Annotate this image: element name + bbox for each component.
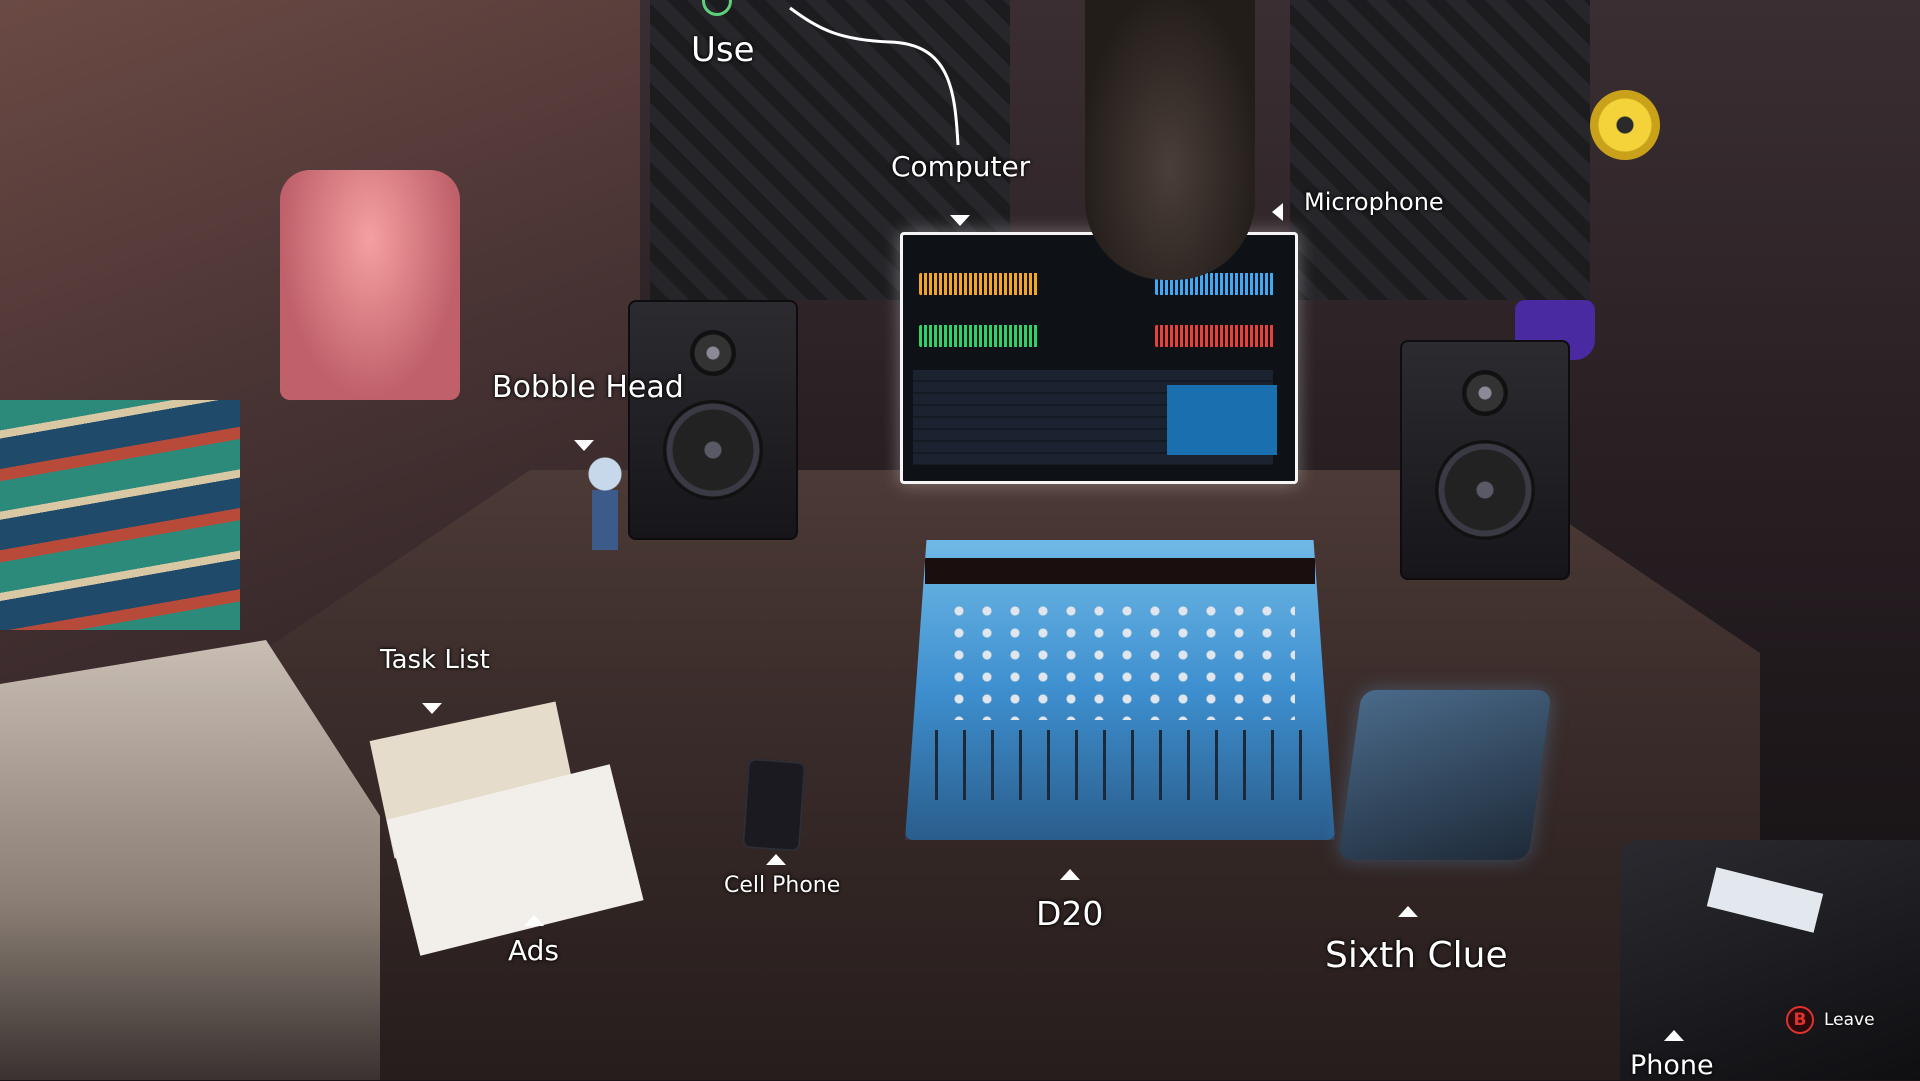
speaker-tweeter (1462, 370, 1508, 416)
cell-phone-pointer-icon (766, 854, 786, 865)
microphone-pointer-icon (1272, 203, 1283, 221)
sixth-clue-pointer-icon (1398, 906, 1418, 917)
speaker-cone (1435, 440, 1535, 540)
b-button-icon[interactable]: B (1786, 1006, 1814, 1034)
waveform-red (1155, 325, 1275, 347)
desk-phone[interactable] (1620, 840, 1920, 1080)
bobble-head-pointer-icon (574, 440, 594, 451)
bobble-head-figure[interactable] (580, 450, 630, 570)
d20-label[interactable]: D20 (1036, 894, 1103, 933)
cell-phone-label[interactable]: Cell Phone (724, 873, 840, 898)
speaker-right (1400, 340, 1570, 580)
task-list-label[interactable]: Task List (380, 645, 490, 675)
computer-label[interactable]: Computer (891, 150, 1030, 183)
ads-label[interactable]: Ads (508, 934, 559, 967)
sixth-clue-button-box[interactable] (1338, 690, 1552, 860)
phone-pointer-icon (1664, 1030, 1684, 1041)
sixth-clue-label[interactable]: Sixth Clue (1325, 935, 1508, 976)
studio-microphone[interactable] (1085, 0, 1255, 280)
mixer-faders (935, 730, 1305, 800)
book-stack (0, 400, 240, 630)
use-label: Use (691, 30, 755, 70)
leave-prompt[interactable]: B Leave (1786, 1006, 1875, 1034)
phone-label[interactable]: Phone (1630, 1050, 1714, 1081)
d20-pointer-icon (1060, 869, 1080, 880)
mixer-display (925, 558, 1315, 584)
task-list-pointer-icon (422, 703, 442, 714)
acoustic-foam-right (1290, 0, 1590, 300)
bobble-head-label[interactable]: Bobble Head (492, 370, 684, 405)
ads-pointer-icon (524, 915, 544, 926)
speaker-left (628, 300, 798, 540)
sunflower-decoration (1590, 90, 1660, 160)
cell-phone-object[interactable] (741, 758, 807, 852)
waveform-orange (919, 273, 1039, 295)
mixing-console (905, 540, 1335, 840)
leave-label: Leave (1824, 1010, 1875, 1030)
waveform-green (919, 325, 1039, 347)
use-connector-line (789, 6, 960, 146)
mixer-knobs (945, 600, 1295, 720)
computer-pointer-icon (950, 215, 970, 226)
desk-phone-screen (1706, 867, 1824, 933)
now-playing-panel (1167, 385, 1277, 455)
speaker-tweeter (690, 330, 736, 376)
speaker-cone (663, 400, 763, 500)
computer-monitor[interactable] (900, 232, 1298, 484)
pink-lamp (280, 170, 460, 400)
microphone-label[interactable]: Microphone (1304, 188, 1444, 216)
